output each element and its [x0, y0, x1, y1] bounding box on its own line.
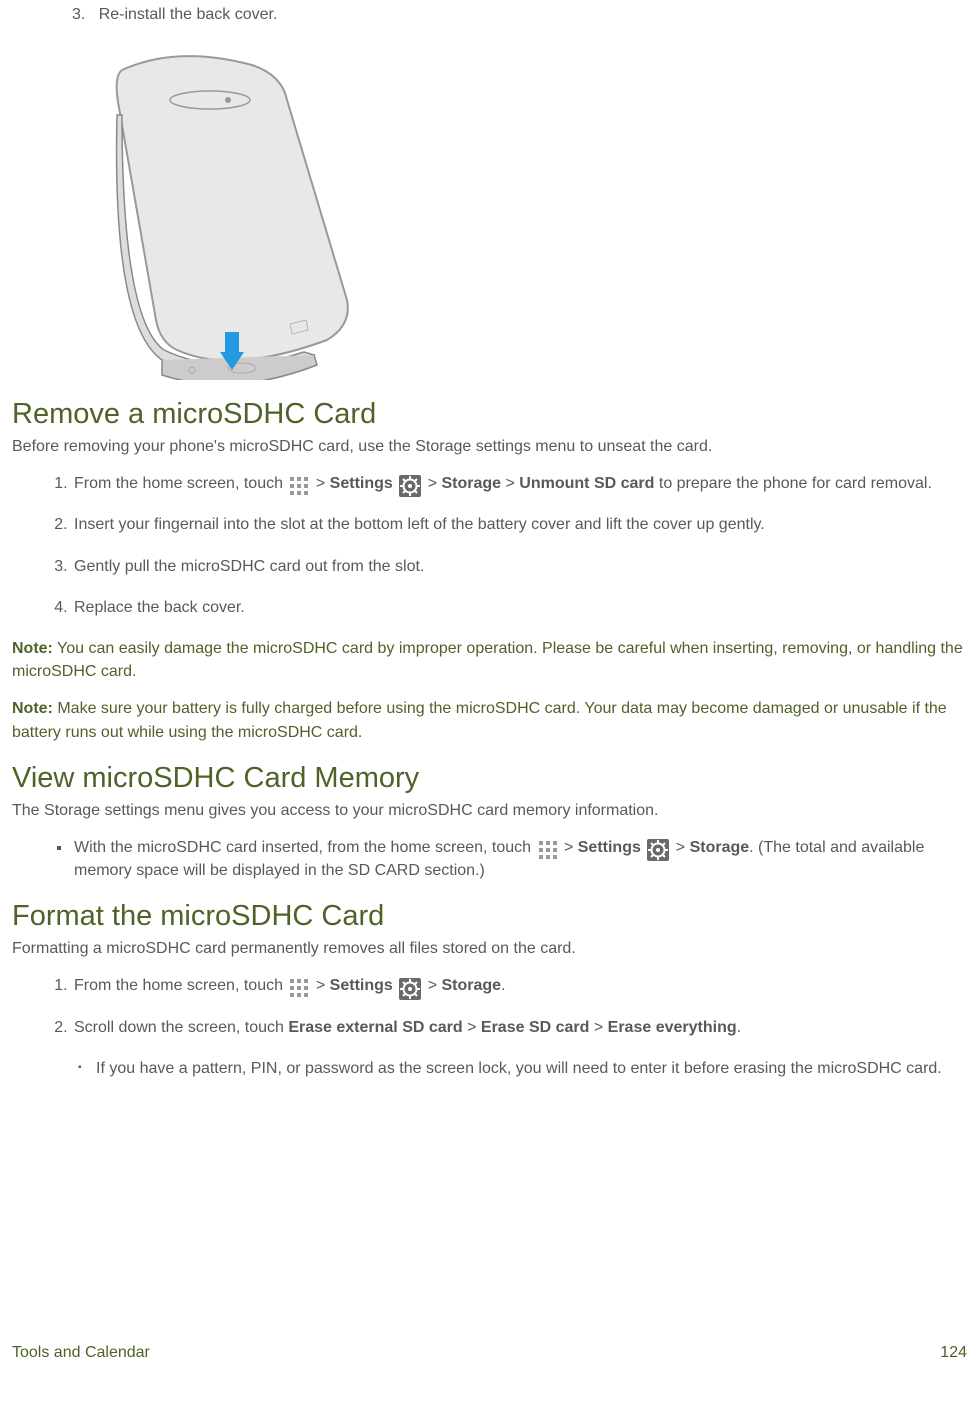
settings-gear-icon: [399, 978, 421, 1000]
note-battery: Note: Make sure your battery is fully ch…: [12, 697, 967, 743]
apps-grid-icon: [289, 476, 309, 496]
step-text: Re-install the back cover.: [99, 6, 278, 23]
settings-gear-icon: [399, 475, 421, 497]
note-text: You can easily damage the microSDHC card…: [12, 640, 963, 680]
format-sub-bullet: If you have a pattern, PIN, or password …: [12, 1057, 967, 1080]
view-intro: The Storage settings menu gives you acce…: [12, 799, 967, 822]
heading-remove-card: Remove a microSDHC Card: [12, 398, 967, 431]
heading-view-memory: View microSDHC Card Memory: [12, 762, 967, 795]
remove-steps: From the home screen, touch > Settings >…: [12, 472, 967, 619]
page-content: 3. Re-install the back cover. Remove a m…: [12, 6, 967, 1366]
apps-grid-icon: [289, 978, 309, 998]
remove-intro: Before removing your phone's microSDHC c…: [12, 435, 967, 458]
storage-label: Storage: [690, 839, 750, 856]
heading-format-card: Format the microSDHC Card: [12, 900, 967, 933]
format-steps: From the home screen, touch > Settings >…: [12, 974, 967, 1038]
settings-label: Settings: [330, 475, 393, 492]
note-label: Note:: [12, 640, 53, 657]
settings-label: Settings: [330, 977, 393, 994]
format-step-1: From the home screen, touch > Settings >…: [72, 974, 967, 997]
note-text: Make sure your battery is fully charged …: [12, 700, 947, 740]
note-damage: Note: You can easily damage the microSDH…: [12, 637, 967, 683]
view-bullet-1: With the microSDHC card inserted, from t…: [72, 836, 967, 882]
note-label: Note:: [12, 700, 53, 717]
format-step-2: Scroll down the screen, touch Erase exte…: [72, 1016, 967, 1039]
footer-page-number: 124: [940, 1344, 967, 1362]
unmount-label: Unmount SD card: [519, 475, 654, 492]
step-reinstall-cover: 3. Re-install the back cover.: [12, 6, 967, 24]
remove-step-4: Replace the back cover.: [72, 596, 967, 619]
page-footer: Tools and Calendar 124: [12, 1344, 967, 1362]
remove-step-2: Insert your fingernail into the slot at …: [72, 513, 967, 536]
settings-label: Settings: [578, 839, 641, 856]
step-number: 3.: [72, 6, 85, 23]
remove-step-3: Gently pull the microSDHC card out from …: [72, 555, 967, 578]
phone-back-cover-illustration: [82, 40, 372, 380]
format-intro: Formatting a microSDHC card permanently …: [12, 937, 967, 960]
footer-section-title: Tools and Calendar: [12, 1344, 150, 1362]
storage-label: Storage: [441, 475, 501, 492]
erase-sd-label: Erase SD card: [481, 1019, 590, 1036]
settings-gear-icon: [647, 839, 669, 861]
storage-label: Storage: [441, 977, 501, 994]
erase-external-label: Erase external SD card: [288, 1019, 462, 1036]
erase-everything-label: Erase everything: [608, 1019, 737, 1036]
remove-step-1: From the home screen, touch > Settings >…: [72, 472, 967, 495]
format-sub-item: If you have a pattern, PIN, or password …: [96, 1057, 967, 1080]
apps-grid-icon: [538, 840, 558, 860]
view-bullets: With the microSDHC card inserted, from t…: [12, 836, 967, 882]
